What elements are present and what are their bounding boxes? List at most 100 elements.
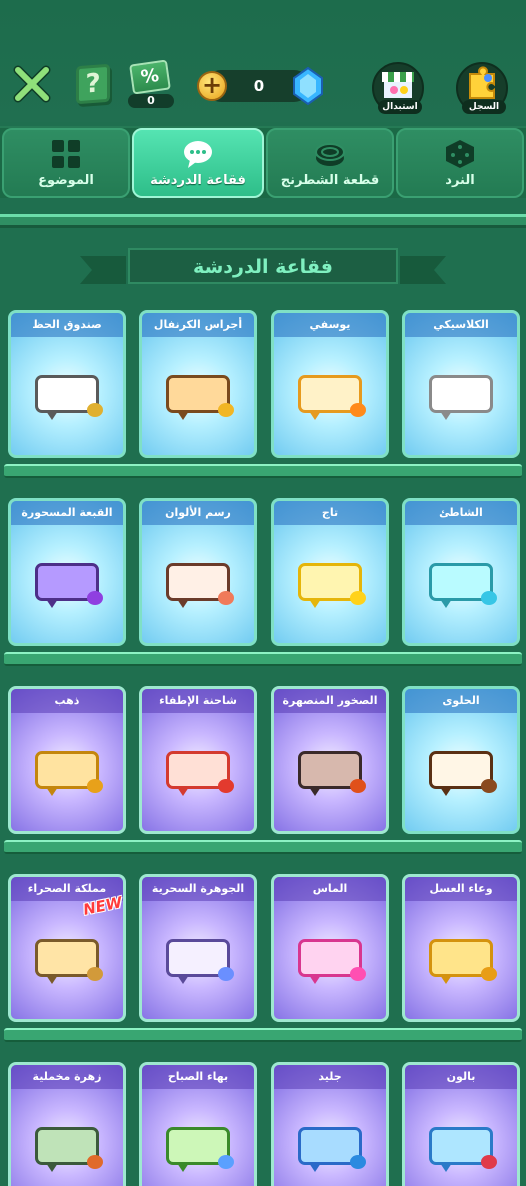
card-row: صندوق الحظ أجراس الكرنفال يوسفي الكلاسيكي (0, 300, 526, 478)
tab-checker-piece[interactable]: قطعة الشطرنج (266, 128, 394, 198)
chat-bubble-grid: صندوق الحظ أجراس الكرنفال يوسفي الكلاسيكي ال… (0, 300, 526, 1186)
coupon-icon: % (129, 59, 171, 95)
card-title: وعاء العسل (405, 877, 517, 901)
card-title: الصخور المنصهرة (274, 689, 386, 713)
top-bar: ? % 0 + 0 استبدال السجل (0, 0, 526, 122)
chat-bubble-card[interactable]: يوسفي (271, 310, 389, 458)
chat-bubble-card[interactable]: الصخور المنصهرة (271, 686, 389, 834)
close-icon[interactable] (12, 64, 52, 104)
chat-bubble-card[interactable]: زهرة مخملية (8, 1062, 126, 1186)
chat-bubble-card[interactable]: الجوهرة السحرية (139, 874, 257, 1022)
chat-bubble-card[interactable]: رسم الألوان (139, 498, 257, 646)
tab-theme-label: الموضوع (38, 173, 94, 188)
bubble-ornament-icon (218, 1155, 234, 1169)
card-title: الجوهرة السحرية (142, 877, 254, 901)
card-title: رسم الألوان (142, 501, 254, 525)
section-title: فقاعة الدردشة (80, 248, 446, 288)
bubble-ornament-icon (87, 779, 103, 793)
add-gems-button[interactable]: + (197, 71, 227, 101)
bubble-ornament-icon (350, 967, 366, 981)
bubble-ornament-icon (87, 591, 103, 605)
gem-icon (293, 66, 323, 106)
card-title: زهرة مخملية (11, 1065, 123, 1089)
shelf (4, 1028, 522, 1042)
chat-bubble-preview (429, 375, 493, 420)
tab-dice-label: النرد (445, 173, 475, 188)
gem-count: 0 (253, 77, 265, 95)
exchange-button[interactable]: استبدال (372, 62, 424, 114)
coupon-button[interactable]: % 0 (128, 59, 174, 110)
card-title: القبعة المسحورة (11, 501, 123, 525)
card-row: زهرة مخملية بهاء الصباح جليد بالون (0, 1052, 526, 1186)
section-divider (0, 214, 526, 228)
record-label: السجل (462, 100, 506, 114)
question-mark-icon: ? (85, 68, 101, 100)
chat-bubble-card[interactable]: شاحنة الإطفاء (139, 686, 257, 834)
bubble-ornament-icon (350, 779, 366, 793)
tab-checker-piece-label: قطعة الشطرنج (280, 173, 380, 188)
card-title: صندوق الحظ (11, 313, 123, 337)
checker-piece-icon (315, 143, 345, 166)
bubble-ornament-icon (87, 967, 103, 981)
chat-bubble-card[interactable]: الماس (271, 874, 389, 1022)
card-title: بالون (405, 1065, 517, 1089)
card-title: ذهب (11, 689, 123, 713)
bubble-ornament-icon (218, 591, 234, 605)
chat-bubble-card[interactable]: القبعة المسحورة (8, 498, 126, 646)
bubble-ornament-icon (481, 1155, 497, 1169)
bubble-ornament-icon (87, 1155, 103, 1169)
tab-chat-bubble-label: فقاعة الدردشة (150, 173, 246, 188)
gem-balance: + 0 (197, 66, 323, 106)
bubble-ornament-icon (350, 1155, 366, 1169)
shelf (4, 464, 522, 478)
card-title: أجراس الكرنفال (142, 313, 254, 337)
card-title: يوسفي (274, 313, 386, 337)
bubble-ornament-icon (350, 403, 366, 417)
bubble-ornament-icon (87, 403, 103, 417)
help-button[interactable]: ? (76, 63, 110, 105)
tab-theme[interactable]: الموضوع (2, 128, 130, 198)
card-title: بهاء الصباح (142, 1065, 254, 1089)
dice-icon (446, 140, 474, 168)
record-button[interactable]: السجل (456, 62, 508, 114)
grid-icon (52, 140, 80, 168)
card-title: تاج (274, 501, 386, 525)
chat-bubble-card[interactable]: بهاء الصباح (139, 1062, 257, 1186)
chat-bubble-card[interactable]: ذهب (8, 686, 126, 834)
bubble-ornament-icon (218, 779, 234, 793)
puzzle-icon (469, 66, 495, 99)
chat-bubble-card[interactable]: وعاء العسل (402, 874, 520, 1022)
shelf (4, 652, 522, 666)
category-tabs: الموضوع فقاعة الدردشة قطعة الشطرنج النرد (0, 126, 526, 198)
bubble-ornament-icon (481, 779, 497, 793)
bubble-ornament-icon (481, 591, 497, 605)
card-row: مملكة الصحراء NEW الجوهرة السحرية الماس وعاء… (0, 864, 526, 1042)
chat-bubble-card[interactable]: مملكة الصحراء NEW (8, 874, 126, 1022)
shop-icon (382, 72, 414, 98)
card-row: ذهب شاحنة الإطفاء الصخور المنصهرة الحلوى (0, 676, 526, 854)
bubble-ornament-icon (218, 403, 234, 417)
tab-dice[interactable]: النرد (396, 128, 524, 198)
chat-bubble-card[interactable]: الشاطئ (402, 498, 520, 646)
section-title-text: فقاعة الدردشة (193, 256, 333, 278)
bubble-ornament-icon (481, 967, 497, 981)
chat-bubble-card[interactable]: أجراس الكرنفال (139, 310, 257, 458)
bubble-ornament-icon (350, 591, 366, 605)
chat-bubble-card[interactable]: تاج (271, 498, 389, 646)
card-title: الكلاسيكي (405, 313, 517, 337)
card-title: جليد (274, 1065, 386, 1089)
chat-bubble-card[interactable]: بالون (402, 1062, 520, 1186)
card-title: الشاطئ (405, 501, 517, 525)
card-title: الماس (274, 877, 386, 901)
chat-bubble-card[interactable]: الكلاسيكي (402, 310, 520, 458)
bubble-ornament-icon (218, 967, 234, 981)
exchange-label: استبدال (378, 100, 422, 114)
chat-bubble-card[interactable]: صندوق الحظ (8, 310, 126, 458)
tab-chat-bubble[interactable]: فقاعة الدردشة (132, 128, 264, 198)
card-title: الحلوى (405, 689, 517, 713)
chat-bubble-card[interactable]: جليد (271, 1062, 389, 1186)
chat-bubble-card[interactable]: الحلوى (402, 686, 520, 834)
card-row: القبعة المسحورة رسم الألوان تاج الشاطئ (0, 488, 526, 666)
shelf (4, 840, 522, 854)
card-title: شاحنة الإطفاء (142, 689, 254, 713)
